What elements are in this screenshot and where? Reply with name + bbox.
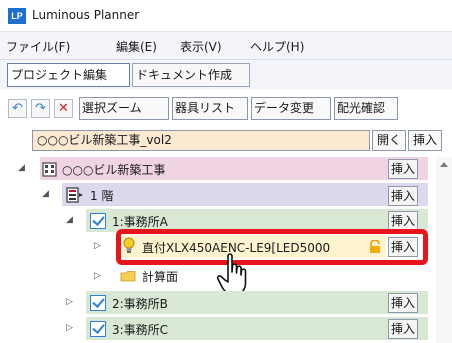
calc-plane-expander-icon[interactable]: ▷ — [94, 271, 101, 281]
app-logo-icon: LP — [8, 8, 26, 24]
tab-document-create[interactable]: ドキュメント作成 — [132, 63, 250, 87]
room-a-insert-button[interactable]: 挿入 — [388, 211, 418, 231]
toolbar: ↶ ↷ ✕ 選択ズーム 器具リスト データ変更 配光確認 — [0, 90, 452, 126]
tree-scrollbar[interactable] — [436, 157, 452, 343]
fixture-list-button[interactable]: 器具リスト — [172, 97, 248, 120]
redo-icon[interactable]: ↷ — [31, 99, 50, 118]
room-c-expander-icon[interactable]: ▷ — [66, 323, 73, 333]
building-insert-button[interactable]: 挿入 — [388, 159, 418, 179]
room-a-expander-icon[interactable]: ◢ — [66, 215, 73, 225]
tab-project-edit[interactable]: プロジェクト編集 — [7, 63, 130, 87]
project-insert-button[interactable]: 挿入 — [408, 130, 442, 151]
open-button[interactable]: 開く — [372, 130, 406, 151]
mode-tabs: プロジェクト編集 ドキュメント作成 — [0, 60, 452, 90]
room-b-insert-button[interactable]: 挿入 — [388, 293, 418, 313]
menu-help[interactable]: ヘルプ(H) — [250, 38, 304, 55]
luminaire-expander-icon[interactable]: ▷ — [94, 241, 101, 251]
title-bar: LP Luminous Planner — [0, 0, 452, 32]
building-label[interactable]: ○○○ビル新築工事 — [62, 161, 165, 178]
menu-file[interactable]: ファイル(F) — [6, 38, 70, 55]
room-a-checkbox-icon[interactable] — [90, 213, 106, 229]
project-name-field[interactable]: ○○○ビル新築工事_vol2 — [32, 130, 370, 151]
floor-label[interactable]: 1 階 — [90, 187, 113, 204]
room-b-checkbox-icon[interactable] — [90, 295, 106, 311]
room-c-checkbox-icon[interactable] — [90, 321, 106, 337]
window-title: Luminous Planner — [32, 8, 140, 22]
tree-row-floor[interactable] — [62, 183, 428, 206]
menu-bar: ファイル(F) 編集(E) 表示(V) ヘルプ(H) — [0, 32, 452, 60]
data-change-button[interactable]: データ変更 — [251, 97, 331, 120]
menu-view[interactable]: 表示(V) — [180, 38, 222, 55]
room-b-expander-icon[interactable]: ▷ — [66, 297, 73, 307]
light-distribution-button[interactable]: 配光確認 — [334, 97, 398, 120]
room-c-insert-button[interactable]: 挿入 — [388, 319, 418, 339]
building-icon — [42, 162, 57, 177]
menu-edit[interactable]: 編集(E) — [116, 38, 157, 55]
delete-icon[interactable]: ✕ — [54, 99, 73, 118]
calc-plane-label[interactable]: 計算面 — [142, 268, 178, 285]
red-highlight-frame — [116, 229, 428, 265]
room-b-label[interactable]: 2:事務所B — [112, 295, 168, 312]
building-expander-icon[interactable]: ◢ — [18, 163, 25, 173]
zoom-selection-button[interactable]: 選択ズーム — [79, 97, 169, 120]
folder-icon — [120, 271, 136, 282]
scroll-up-icon[interactable] — [440, 161, 448, 167]
room-a-label[interactable]: 1:事務所A — [112, 213, 168, 230]
undo-icon[interactable]: ↶ — [8, 99, 27, 118]
floor-insert-button[interactable]: 挿入 — [388, 186, 418, 206]
floor-expander-icon[interactable]: ◢ — [42, 189, 49, 199]
room-c-label[interactable]: 3:事務所C — [112, 321, 168, 338]
floor-icon — [66, 187, 83, 203]
